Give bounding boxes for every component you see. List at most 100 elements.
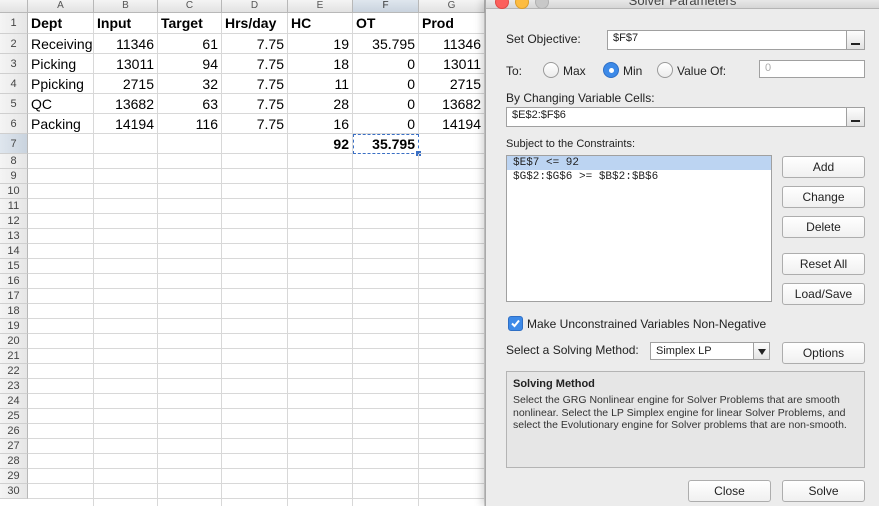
empty-cell[interactable] bbox=[94, 199, 158, 214]
row-header[interactable]: 23 bbox=[0, 379, 28, 394]
empty-cell[interactable] bbox=[419, 289, 485, 304]
header-hrs-day[interactable]: Hrs/day bbox=[222, 13, 288, 34]
empty-cell[interactable] bbox=[419, 214, 485, 229]
empty-cell[interactable] bbox=[419, 439, 485, 454]
empty-cell[interactable] bbox=[222, 229, 288, 244]
cell-prod[interactable]: 11346 bbox=[419, 34, 485, 54]
cell-dept[interactable]: QC bbox=[28, 94, 94, 114]
empty-cell[interactable] bbox=[28, 214, 94, 229]
empty-cell[interactable] bbox=[353, 349, 419, 364]
empty-cell[interactable] bbox=[353, 379, 419, 394]
cell-hc[interactable]: 16 bbox=[288, 114, 353, 134]
empty-cell[interactable] bbox=[28, 289, 94, 304]
empty-cell[interactable] bbox=[353, 229, 419, 244]
cell-input[interactable]: 11346 bbox=[94, 34, 158, 54]
empty-cell[interactable] bbox=[288, 259, 353, 274]
row-header[interactable]: 5 bbox=[0, 94, 28, 114]
empty-cell[interactable] bbox=[288, 229, 353, 244]
empty-cell[interactable] bbox=[28, 409, 94, 424]
empty-cell[interactable] bbox=[94, 229, 158, 244]
max-radio[interactable] bbox=[543, 62, 559, 78]
header-target[interactable]: Target bbox=[158, 13, 222, 34]
row-header[interactable]: 29 bbox=[0, 469, 28, 484]
empty-cell[interactable] bbox=[94, 214, 158, 229]
empty-cell[interactable] bbox=[94, 259, 158, 274]
empty-cell[interactable] bbox=[222, 379, 288, 394]
empty-cell[interactable] bbox=[158, 484, 222, 499]
changing-cells-input[interactable]: $E$2:$F$6 bbox=[506, 107, 865, 127]
empty-cell[interactable] bbox=[419, 409, 485, 424]
cell-dept[interactable]: Packing bbox=[28, 114, 94, 134]
empty-cell[interactable] bbox=[94, 424, 158, 439]
cell-target[interactable]: 116 bbox=[158, 114, 222, 134]
empty-cell[interactable] bbox=[94, 289, 158, 304]
cell-ot[interactable]: 0 bbox=[353, 114, 419, 134]
empty-cell[interactable] bbox=[288, 169, 353, 184]
empty-cell[interactable] bbox=[222, 259, 288, 274]
empty-cell[interactable] bbox=[419, 499, 485, 506]
empty-cell[interactable] bbox=[353, 469, 419, 484]
row-header[interactable]: 3 bbox=[0, 54, 28, 74]
nonnegative-label[interactable]: Make Unconstrained Variables Non-Negativ… bbox=[527, 317, 766, 331]
empty-cell[interactable] bbox=[158, 184, 222, 199]
column-header-g[interactable]: G bbox=[419, 0, 485, 13]
row-header[interactable]: 20 bbox=[0, 334, 28, 349]
cell-hrs-day[interactable]: 7.75 bbox=[222, 114, 288, 134]
empty-cell[interactable] bbox=[28, 259, 94, 274]
empty-cell[interactable] bbox=[158, 169, 222, 184]
empty-cell[interactable] bbox=[288, 184, 353, 199]
empty-cell[interactable] bbox=[28, 454, 94, 469]
cell-hc[interactable]: 18 bbox=[288, 54, 353, 74]
empty-cell[interactable] bbox=[222, 364, 288, 379]
empty-cell[interactable] bbox=[158, 214, 222, 229]
empty-cell[interactable] bbox=[419, 169, 485, 184]
empty-cell[interactable] bbox=[222, 244, 288, 259]
empty-cell[interactable] bbox=[419, 334, 485, 349]
empty-cell[interactable] bbox=[28, 394, 94, 409]
empty-cell[interactable] bbox=[94, 484, 158, 499]
empty-cell[interactable] bbox=[94, 394, 158, 409]
empty-cell[interactable] bbox=[28, 199, 94, 214]
column-header-e[interactable]: E bbox=[288, 0, 353, 13]
empty-cell[interactable] bbox=[94, 154, 158, 169]
empty-cell[interactable] bbox=[353, 214, 419, 229]
select-all-corner[interactable] bbox=[0, 0, 28, 13]
empty-cell[interactable] bbox=[158, 334, 222, 349]
header-hc[interactable]: HC bbox=[288, 13, 353, 34]
empty-cell[interactable] bbox=[419, 274, 485, 289]
close-button[interactable]: Close bbox=[688, 480, 771, 502]
empty-cell[interactable] bbox=[353, 499, 419, 506]
empty-cell[interactable] bbox=[353, 274, 419, 289]
empty-cell[interactable] bbox=[353, 484, 419, 499]
max-label[interactable]: Max bbox=[563, 64, 586, 78]
row-header[interactable]: 26 bbox=[0, 424, 28, 439]
empty-cell[interactable] bbox=[419, 349, 485, 364]
empty-cell[interactable] bbox=[94, 274, 158, 289]
empty-cell[interactable] bbox=[222, 469, 288, 484]
row-header[interactable]: 2 bbox=[0, 34, 28, 54]
row-header[interactable]: 14 bbox=[0, 244, 28, 259]
empty-cell[interactable] bbox=[94, 319, 158, 334]
row-header[interactable]: 12 bbox=[0, 214, 28, 229]
empty-cell[interactable] bbox=[222, 454, 288, 469]
empty-cell[interactable] bbox=[353, 154, 419, 169]
cell-hrs-day[interactable]: 7.75 bbox=[222, 74, 288, 94]
row-header[interactable]: 17 bbox=[0, 289, 28, 304]
empty-cell[interactable] bbox=[94, 469, 158, 484]
header-dept[interactable]: Dept bbox=[28, 13, 94, 34]
empty-cell[interactable] bbox=[28, 439, 94, 454]
empty-cell[interactable] bbox=[419, 244, 485, 259]
row-header[interactable]: 9 bbox=[0, 169, 28, 184]
row-header[interactable]: 6 bbox=[0, 114, 28, 134]
cell-prod[interactable]: 13011 bbox=[419, 54, 485, 74]
constraint-item[interactable]: $G$2:$G$6 >= $B$2:$B$6 bbox=[507, 170, 771, 184]
row-header[interactable]: 10 bbox=[0, 184, 28, 199]
empty-cell[interactable] bbox=[158, 364, 222, 379]
empty-cell[interactable] bbox=[28, 364, 94, 379]
empty-cell[interactable] bbox=[158, 409, 222, 424]
empty-cell[interactable] bbox=[222, 169, 288, 184]
empty-cell[interactable] bbox=[158, 229, 222, 244]
empty-cell[interactable] bbox=[158, 319, 222, 334]
empty-cell[interactable] bbox=[94, 304, 158, 319]
empty-cell[interactable] bbox=[353, 334, 419, 349]
